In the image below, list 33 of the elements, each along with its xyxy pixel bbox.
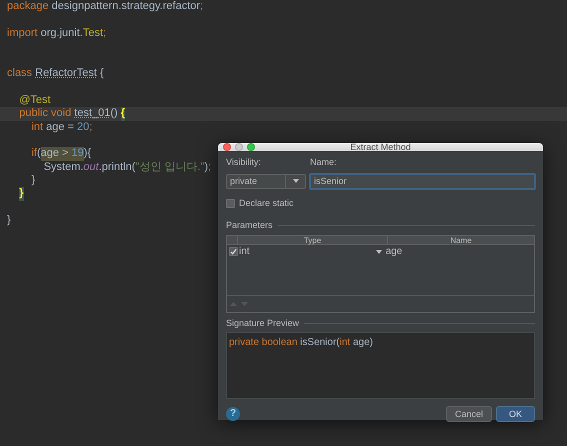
code-line: package designpattern.strategy.refactor; xyxy=(7,0,204,14)
section-title: Parameters xyxy=(226,219,273,232)
window-title: Extract Method xyxy=(350,141,411,154)
code-line: int age = 20; xyxy=(30,120,92,134)
field-label: Name: xyxy=(310,156,337,169)
caret-icon[interactable] xyxy=(376,250,382,254)
code-line: public void test_01() { xyxy=(18,107,126,121)
code-line: System.out.println("성인 입니다."); xyxy=(42,160,212,174)
code-line: import org.junit.Test; xyxy=(7,26,106,40)
name-field[interactable]: isSenior xyxy=(310,174,535,188)
code-line: } xyxy=(30,174,36,188)
checkbox[interactable] xyxy=(226,198,235,208)
code-line: if(age > 19){ xyxy=(30,147,92,161)
signature-text: private boolean isSenior(int age) xyxy=(229,337,373,348)
zoom-button[interactable] xyxy=(247,143,255,151)
field-label: Visibility: xyxy=(226,156,262,169)
checkbox-label: Declare static xyxy=(239,196,294,210)
section-title: Signature Preview xyxy=(226,316,300,330)
code-line: class RefactorTest { xyxy=(7,66,104,80)
visibility-dropdown[interactable]: private xyxy=(226,174,306,188)
dialog-button[interactable]: OK xyxy=(496,406,535,422)
column-header: Name xyxy=(449,236,473,244)
dialog-button[interactable]: Cancel xyxy=(446,406,492,422)
help-button[interactable]: ? xyxy=(226,407,240,421)
table-cell-text: age xyxy=(386,245,402,259)
code-line: } xyxy=(7,214,11,228)
minimize-button[interactable] xyxy=(235,143,243,151)
column-header: Type xyxy=(238,236,388,244)
caret-icon xyxy=(292,179,298,183)
table-cell-text: int xyxy=(239,245,250,259)
code-line: @Test xyxy=(18,94,51,108)
checkbox[interactable] xyxy=(229,247,238,256)
close-button[interactable] xyxy=(223,143,231,151)
